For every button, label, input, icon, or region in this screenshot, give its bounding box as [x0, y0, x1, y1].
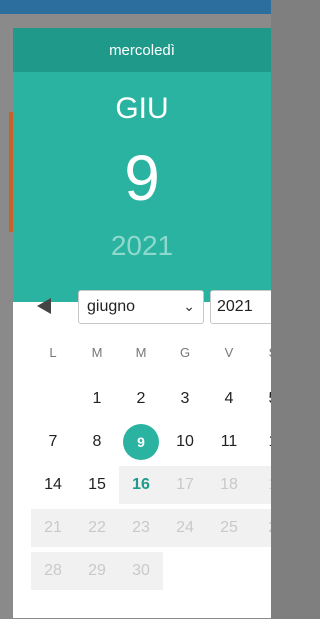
- disabled-day-cell: 1: [251, 466, 271, 504]
- selected-year[interactable]: 2021: [13, 230, 271, 262]
- day-cell[interactable]: 1: [75, 380, 119, 418]
- disabled-day-cell: 21: [31, 509, 75, 547]
- selected-month-abbr[interactable]: GIU: [13, 92, 271, 126]
- date-picker-dialog: mercoledì GIU 9 2021 giugno ⌄ 2021 L M M G V…: [13, 28, 271, 618]
- disabled-day-cell: 22: [75, 509, 119, 547]
- day-cell[interactable]: 14: [31, 466, 75, 504]
- weekday-header: S: [251, 340, 271, 364]
- day-cell[interactable]: 11: [207, 423, 251, 461]
- weekday-header: G: [179, 344, 191, 360]
- month-select[interactable]: giugno ⌄: [78, 290, 204, 324]
- day-cell[interactable]: 10: [163, 423, 207, 461]
- disabled-day-cell: 17: [163, 466, 207, 504]
- day-cell[interactable]: 5: [251, 380, 271, 418]
- month-year-controls: giugno ⌄ 2021: [13, 290, 271, 330]
- day-cell[interactable]: 1: [251, 423, 271, 461]
- day-cell[interactable]: 2: [119, 380, 163, 418]
- empty-day-cell: [163, 552, 207, 590]
- year-select-value: 2021: [217, 298, 253, 315]
- disabled-day-cell: 18: [207, 466, 251, 504]
- selected-day-cell[interactable]: 9: [119, 423, 163, 461]
- disabled-day-cell: 25: [207, 509, 251, 547]
- disabled-day-cell: 30: [119, 552, 163, 590]
- weekday-header: V: [224, 344, 234, 360]
- disabled-day-cell: 29: [75, 552, 119, 590]
- disabled-day-cell: 28: [31, 552, 75, 590]
- chevron-down-icon: ⌄: [183, 298, 195, 314]
- day-cell[interactable]: 3: [163, 380, 207, 418]
- weekday-header: M: [135, 344, 147, 360]
- disabled-day-cell: 2: [251, 509, 271, 547]
- weekday-header: M: [91, 344, 103, 360]
- empty-day-cell: [31, 380, 75, 418]
- selected-date-header: GIU 9 2021: [13, 72, 271, 302]
- month-select-value: giugno: [87, 298, 136, 315]
- empty-day-cell: [207, 552, 251, 590]
- today-day-cell[interactable]: 16: [119, 466, 163, 504]
- day-cell[interactable]: 15: [75, 466, 119, 504]
- window-top-bar: [0, 0, 271, 14]
- empty-day-cell: [251, 552, 271, 590]
- disabled-day-cell: 24: [163, 509, 207, 547]
- day-cell[interactable]: 4: [207, 380, 251, 418]
- day-cell[interactable]: 8: [75, 423, 119, 461]
- day-cell[interactable]: 7: [31, 423, 75, 461]
- year-select[interactable]: 2021: [210, 290, 271, 324]
- day-of-week-bar: mercoledì: [13, 28, 271, 72]
- weekday-header: L: [49, 344, 57, 360]
- selected-day-number[interactable]: 9: [13, 136, 271, 220]
- previous-month-arrow-icon[interactable]: [37, 298, 51, 314]
- day-of-week-label: mercoledì: [109, 41, 175, 59]
- disabled-day-cell: 23: [119, 509, 163, 547]
- selected-day-circle: 9: [123, 424, 159, 460]
